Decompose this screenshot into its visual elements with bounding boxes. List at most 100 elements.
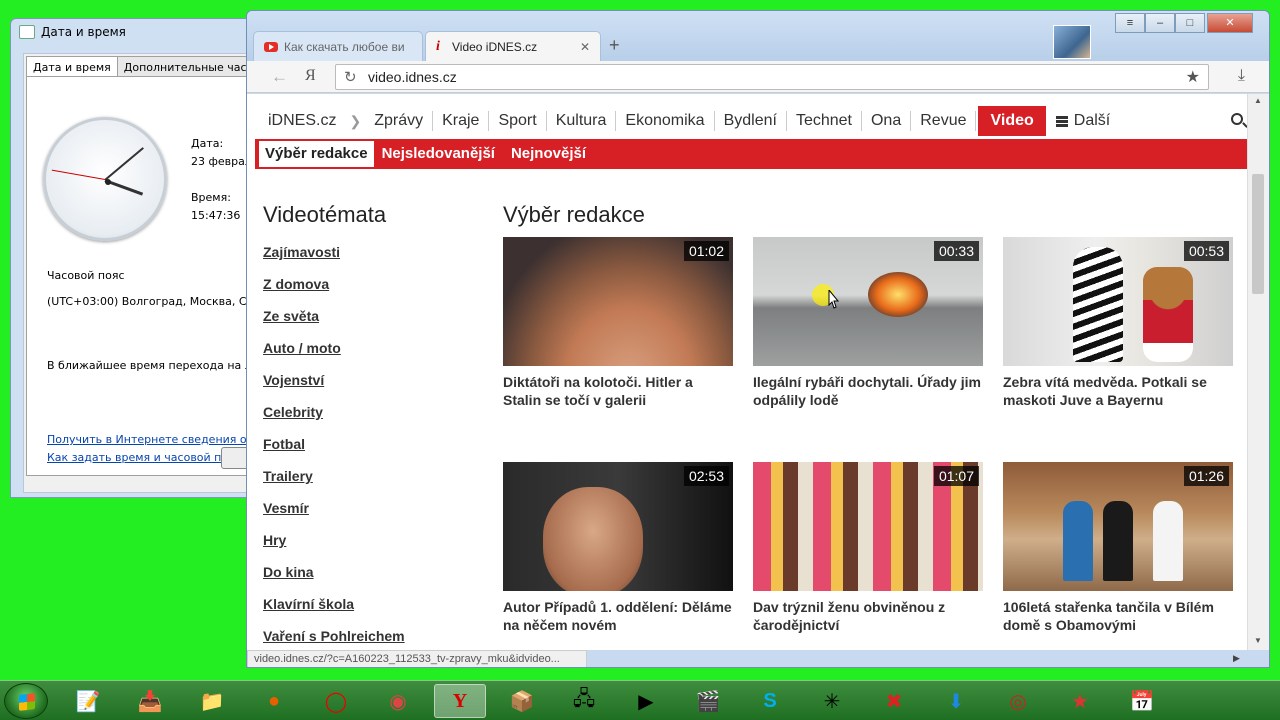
bookmark-app-icon[interactable]: ★ (1054, 684, 1106, 718)
scrollbar-thumb[interactable] (1252, 174, 1264, 294)
nav-revue[interactable]: Revue (911, 111, 977, 131)
nav-more[interactable]: Další (1046, 112, 1110, 130)
back-arrow-icon[interactable]: ← (271, 67, 288, 87)
bookmark-star-icon[interactable]: ★ (1186, 67, 1200, 87)
new-tab-button[interactable]: + (609, 35, 620, 56)
sidebar-item[interactable]: Vojenství (263, 372, 405, 404)
search-icon[interactable] (1231, 113, 1243, 125)
video-thumbnail[interactable]: 00:53 (1003, 237, 1233, 366)
firefox-icon[interactable]: ● (248, 684, 300, 718)
sidebar-item[interactable]: Do kina (263, 564, 405, 596)
sidebar-item[interactable]: Klavírní škola (263, 596, 405, 628)
opera-icon[interactable]: ◯ (310, 684, 362, 718)
date-label: Дата: (191, 137, 224, 150)
nav-sport[interactable]: Sport (489, 111, 547, 131)
network-icon[interactable]: 🖧 (558, 684, 610, 718)
video-caption[interactable]: Zebra vítá medvěda. Potkali se maskoti J… (1003, 373, 1233, 409)
minimize-button[interactable]: – (1145, 13, 1175, 33)
figure-graphic (1153, 501, 1183, 581)
video-card[interactable]: 00:53 Zebra vítá medvěda. Potkali se mas… (1003, 237, 1233, 409)
downloader-icon[interactable]: ⬇ (930, 684, 982, 718)
sidebar-item[interactable]: Hry (263, 532, 405, 564)
video-caption[interactable]: Diktátoři na kolotoči. Hitler a Stalin s… (503, 373, 733, 409)
cursor-tool-icon[interactable]: ✳ (806, 684, 858, 718)
nav-ekonomika[interactable]: Ekonomika (616, 111, 715, 131)
close-tab-icon[interactable]: ✕ (580, 40, 590, 54)
sidebar-item[interactable]: Zajímavosti (263, 244, 405, 276)
address-bar[interactable]: ↻ video.idnes.cz ★ (335, 64, 1209, 90)
online-info-link[interactable]: Получить в Интернете сведения о ч (47, 433, 257, 446)
skype-icon[interactable]: S (744, 684, 796, 718)
video-thumbnail[interactable]: 01:07 (753, 462, 983, 591)
sidebar-item[interactable]: Z domova (263, 276, 405, 308)
video-card[interactable]: 02:53 Autor Případů 1. oddělení: Děláme … (503, 462, 733, 634)
sidebar-item[interactable]: Fotbal (263, 436, 405, 468)
time-value: 15:47:36 (191, 209, 241, 222)
video-card[interactable]: 01:26 106letá stařenka tančila v Bílém d… (1003, 462, 1233, 634)
scroll-right-arrow-icon[interactable]: ▶ (1233, 653, 1240, 664)
nav-kraje[interactable]: Kraje (433, 111, 490, 131)
media-player-icon[interactable]: ▶ (620, 684, 672, 718)
maximize-button[interactable]: □ (1175, 13, 1205, 33)
howto-link[interactable]: Как задать время и часовой пояс? (47, 451, 247, 464)
tab-additional-clocks[interactable]: Дополнительные часы (116, 56, 263, 78)
download-icon[interactable]: ⤓ (1238, 67, 1245, 85)
video-duration: 02:53 (683, 466, 729, 486)
video-caption[interactable]: Dav trýznil ženu obviněnou z čarodějnict… (753, 598, 983, 634)
screen-recorder-icon[interactable]: 🎬 (682, 684, 734, 718)
nav-ona[interactable]: Ona (862, 111, 912, 131)
video-thumbnail[interactable]: 00:33 (753, 237, 983, 366)
sidebar-item[interactable]: Ze světa (263, 308, 405, 340)
video-thumbnail[interactable]: 02:53 (503, 462, 733, 591)
sidebar-item[interactable]: Auto / moto (263, 340, 405, 372)
menu-icon[interactable]: ≡ (1115, 13, 1145, 33)
archive-icon[interactable]: 📦 (496, 684, 548, 718)
sidebar-item[interactable]: Vesmír (263, 500, 405, 532)
subnav-nejnovejsi[interactable]: Nejnovější (503, 139, 594, 169)
folder-icon[interactable]: 📁 (186, 684, 238, 718)
video-caption[interactable]: Ilegální rybáři dochytali. Úřady jim odp… (753, 373, 983, 409)
nav-bydleni[interactable]: Bydlení (715, 111, 787, 131)
nav-technet[interactable]: Technet (787, 111, 862, 131)
notepad-icon[interactable]: 📝 (62, 684, 114, 718)
tab-youtube[interactable]: Как скачать любое ви (253, 31, 423, 61)
explosion-graphic (868, 272, 928, 317)
sidebar-item[interactable]: Celebrity (263, 404, 405, 436)
scroll-up-arrow-icon[interactable]: ▲ (1254, 96, 1262, 105)
nav-zpravy[interactable]: Zprávy (365, 111, 434, 131)
user-avatar[interactable] (1053, 25, 1091, 59)
video-caption[interactable]: Autor Případů 1. oddělení: Děláme na něč… (503, 598, 733, 634)
video-caption[interactable]: 106letá stařenka tančila v Bílém domě s … (1003, 598, 1233, 634)
video-card[interactable]: 01:07 Dav trýznil ženu obviněnou z čarod… (753, 462, 983, 634)
video-duration: 01:26 (1183, 466, 1229, 486)
tab-date-time[interactable]: Дата и время (26, 56, 118, 78)
datetime-dialog-title: Дата и время (19, 25, 126, 39)
video-card[interactable]: 01:02 Diktátoři na kolotoči. Hitler a St… (503, 237, 733, 409)
disc-burner-icon[interactable]: ◎ (992, 684, 1044, 718)
nav-kultura[interactable]: Kultura (547, 111, 617, 131)
calendar-clock-icon[interactable]: 📅 (1116, 684, 1168, 718)
sidebar-item[interactable]: Vaření s Pohlreichem (263, 628, 405, 650)
download-manager-icon[interactable]: 📥 (124, 684, 176, 718)
tab-title: Как скачать любое ви (284, 39, 405, 54)
close-window-button[interactable]: ✕ (1207, 13, 1253, 33)
subnav-nejsledovanejsi[interactable]: Nejsledovanější (374, 139, 503, 169)
chrome-icon[interactable]: ◉ (372, 684, 424, 718)
video-thumbnail[interactable]: 01:02 (503, 237, 733, 366)
reload-icon[interactable]: ↻ (344, 68, 357, 86)
subnav-vyber-redakce[interactable]: Výběr redakce (259, 141, 374, 167)
tab-idnes[interactable]: i Video iDNES.cz ✕ (425, 31, 601, 61)
nav-idnes[interactable]: iDNES.cz (255, 111, 345, 131)
video-thumbnail[interactable]: 01:26 (1003, 462, 1233, 591)
scroll-down-arrow-icon[interactable]: ▼ (1254, 636, 1262, 645)
start-button[interactable] (4, 683, 48, 719)
zebra-mascot-graphic (1073, 247, 1123, 362)
video-card[interactable]: 00:33 Ilegální rybáři dochytali. Úřady j… (753, 237, 983, 409)
xmind-icon[interactable]: ✖ (868, 684, 920, 718)
nav-video[interactable]: Video (978, 106, 1046, 136)
second-hand (51, 169, 106, 180)
sidebar-item[interactable]: Trailery (263, 468, 405, 500)
yandex-browser-icon[interactable]: Y (434, 684, 486, 718)
vertical-scrollbar[interactable]: ▲ ▼ (1247, 94, 1269, 650)
yandex-button[interactable]: Я (305, 67, 316, 85)
